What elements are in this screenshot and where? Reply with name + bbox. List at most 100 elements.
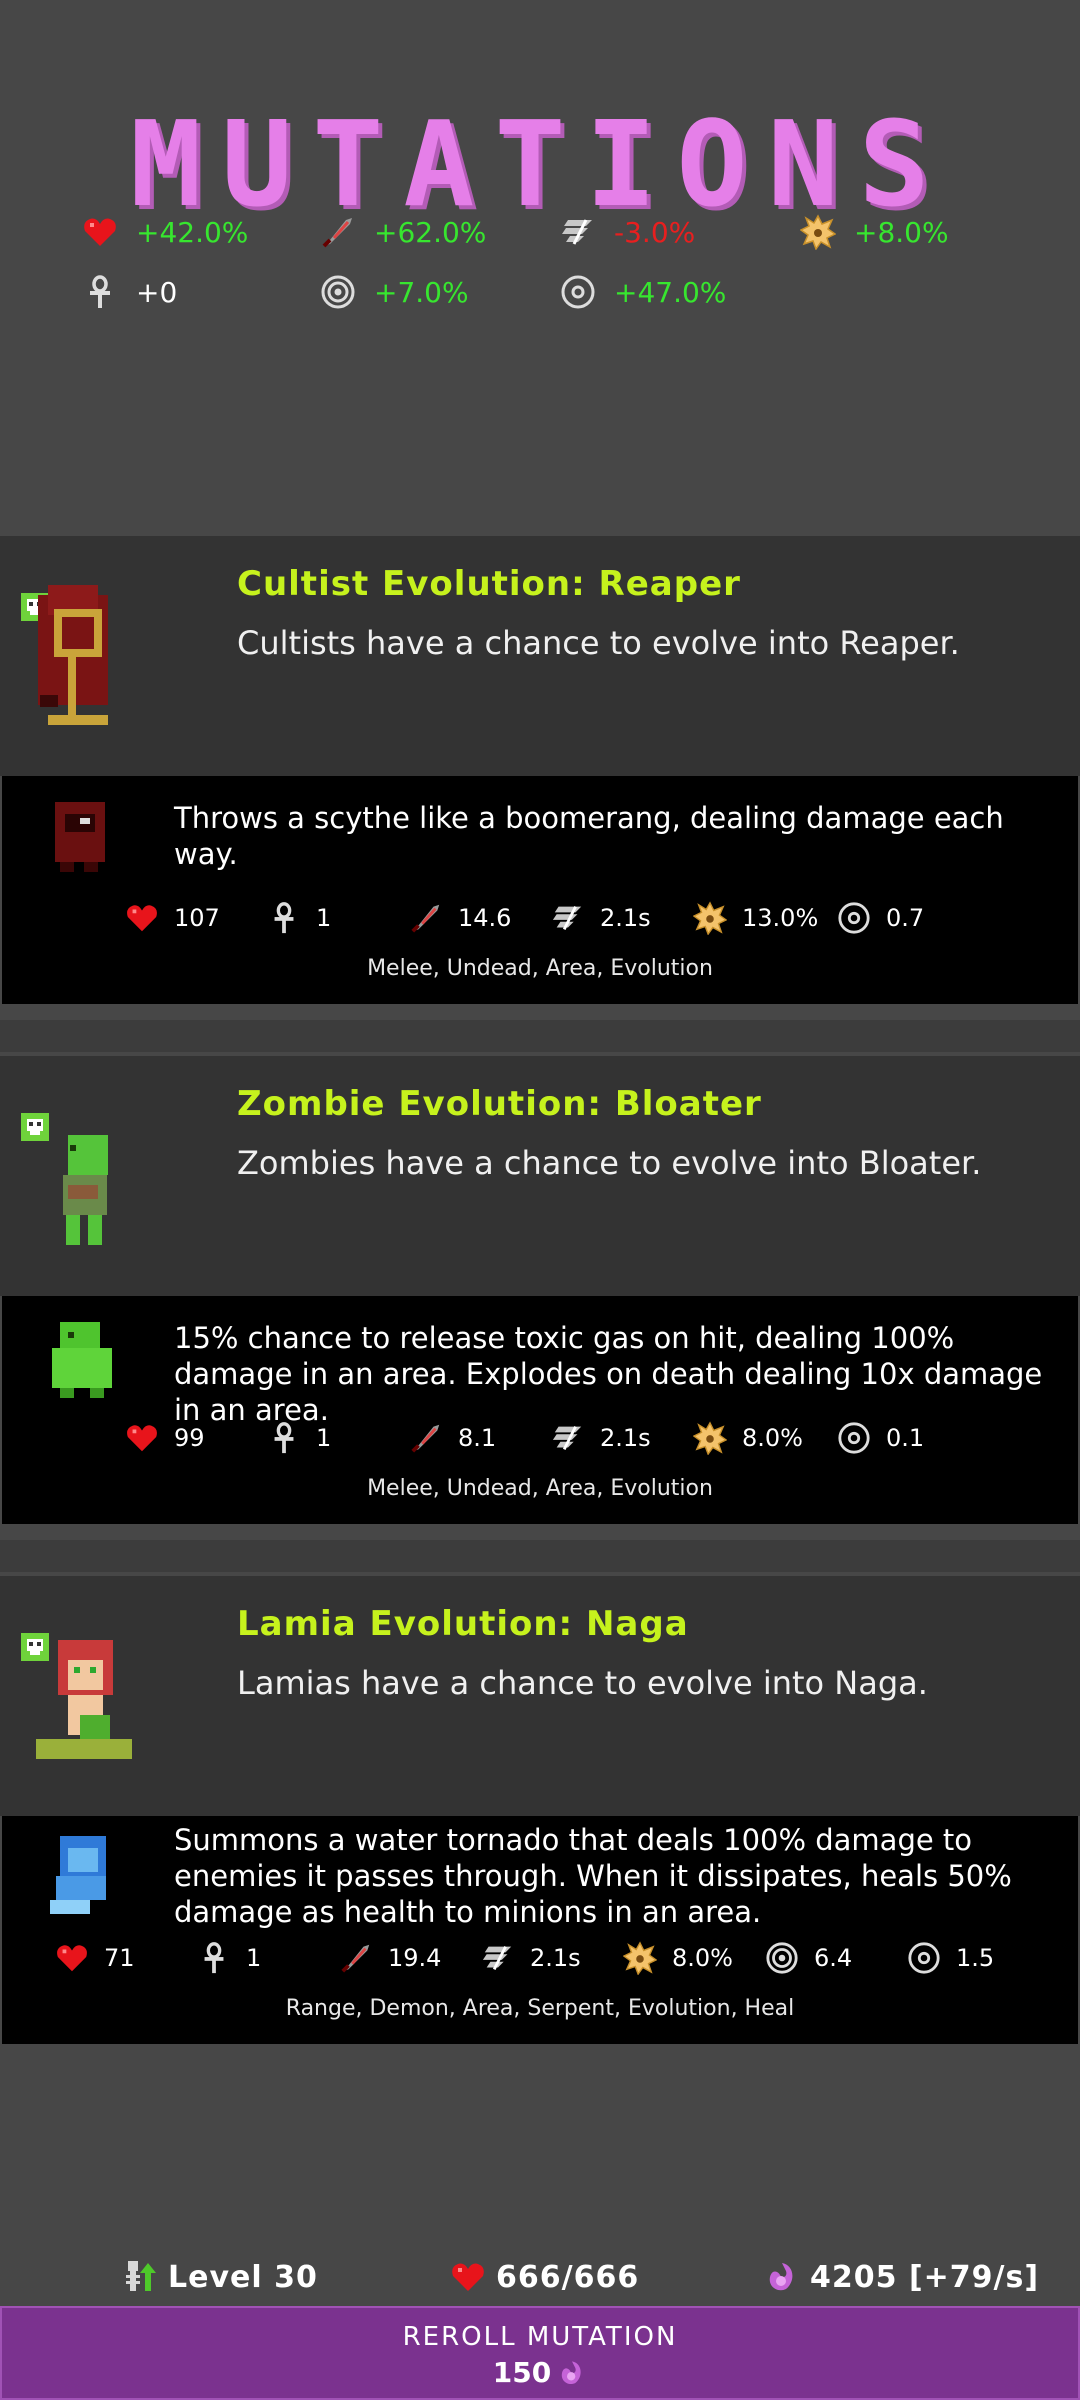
range-icon: [558, 272, 598, 312]
global-stat-value: +0: [136, 275, 178, 309]
range-icon: [836, 1420, 872, 1456]
minion-stat-health: 99: [124, 1420, 205, 1456]
crit-burst-icon: [692, 1420, 728, 1456]
mutation-title: Lamia Evolution: Naga: [237, 1604, 689, 1644]
global-stat-crit: +8.0%: [798, 212, 949, 252]
range-icon: [906, 1940, 942, 1976]
global-stat-value: +8.0%: [854, 215, 949, 249]
reroll-mutation-button[interactable]: REROLL MUTATION 150: [0, 2306, 1080, 2400]
sword-icon: [408, 1420, 444, 1456]
minion-stat-damage: 8.1: [408, 1420, 496, 1456]
minion-tags: Range, Demon, Area, Serpent, Evolution, …: [285, 1996, 795, 2021]
minion-stat-speed: 2.1s: [550, 1420, 651, 1456]
minion-stat-value: 8.0%: [742, 1424, 803, 1452]
minion-stat-revives: 1: [266, 1420, 331, 1456]
reroll-label: REROLL MUTATION: [402, 2322, 678, 2352]
crit-burst-icon: [692, 900, 728, 936]
mutation-description: Lamias have a chance to evolve into Naga…: [237, 1664, 928, 1702]
minion-stat-value: 13.0%: [742, 904, 819, 932]
ankh-icon: [80, 272, 120, 312]
naga-minion-icon: [50, 1836, 106, 1914]
minion-stat-crit: 13.0%: [692, 900, 818, 936]
ankh-icon: [266, 900, 302, 936]
heart-icon: [450, 2259, 486, 2295]
global-stat-damage: +62.0%: [318, 212, 486, 252]
minion-stat-value: 99: [174, 1424, 205, 1452]
mutation-description: Cultists have a chance to evolve into Re…: [237, 624, 960, 662]
player-level-value: Level 30: [168, 2259, 318, 2295]
minion-stat-crit: 8.0%: [692, 1420, 803, 1456]
mutation-title: Zombie Evolution: Bloater: [237, 1084, 762, 1124]
range-icon: [836, 900, 872, 936]
global-stat-armor: +7.0%: [318, 272, 469, 312]
sword-icon: [318, 212, 358, 252]
minion-stat-revives: 1: [196, 1940, 261, 1976]
minion-stat-value: 1.5: [956, 1944, 995, 1972]
heart-icon: [54, 1940, 90, 1976]
minion-stat-value: 0.1: [886, 1424, 925, 1452]
minion-stat-speed: 2.1s: [550, 900, 651, 936]
minion-stat-health: 107: [124, 900, 220, 936]
bloater-sprite-icon: [63, 1135, 108, 1245]
divider: [0, 1540, 1080, 1572]
naga-sprite-icon: [36, 1640, 132, 1759]
heart-icon: [124, 1420, 160, 1456]
minion-description: Throws a scythe like a boomerang, dealin…: [174, 801, 1004, 871]
heart-icon: [80, 212, 120, 252]
minion-stat-value: 14.6: [458, 904, 512, 932]
minion-stat-speed: 2.1s: [480, 1940, 581, 1976]
reroll-cost-value: 150: [492, 2356, 552, 2389]
soul-icon: [764, 2259, 800, 2295]
mutation-title: Cultist Evolution: Reaper: [237, 564, 741, 604]
global-stat-health: +42.0%: [80, 212, 248, 252]
minion-description: 15% chance to release toxic gas on hit, …: [174, 1321, 1043, 1427]
global-stat-value: +62.0%: [374, 215, 487, 249]
soul-currency: 4205 [+79/s]: [764, 2259, 1039, 2295]
speed-icon: [480, 1940, 516, 1976]
speed-icon: [550, 900, 586, 936]
minion-stat-value: 6.4: [814, 1944, 853, 1972]
reaper-minion-icon: [55, 802, 105, 872]
minion-stat-value: 107: [174, 904, 220, 932]
reaper-sprite-icon: [38, 585, 108, 725]
minion-stat-revives: 1: [266, 900, 331, 936]
bloater-minion-icon: [52, 1322, 112, 1398]
minion-stat-value: 1: [316, 1424, 332, 1452]
minion-stat-range: 1.5: [906, 1940, 994, 1976]
minion-stat-range: 0.1: [836, 1420, 924, 1456]
minion-stat-crit: 8.0%: [622, 1940, 733, 1976]
global-stat-speed: -3.0%: [558, 212, 695, 252]
reroll-cost: 150: [2, 2356, 1078, 2389]
global-stat-revives: +0: [80, 272, 177, 312]
minion-stat-value: 2.1s: [600, 904, 651, 932]
skeleton-level-up-icon: [122, 2259, 158, 2295]
minion-stat-damage: 14.6: [408, 900, 511, 936]
minion-stat-value: 1: [316, 904, 332, 932]
soul-currency-value: 4205 [+79/s]: [810, 2259, 1040, 2295]
minion-stat-range: 0.7: [836, 900, 924, 936]
minion-stat-value: 8.1: [458, 1424, 497, 1452]
player-health-value: 666/666: [496, 2259, 640, 2295]
sword-icon: [338, 1940, 374, 1976]
target-icon: [764, 1940, 800, 1976]
heart-icon: [124, 900, 160, 936]
minion-stat-value: 8.0%: [672, 1944, 733, 1972]
minion-stat-value: 71: [104, 1944, 135, 1972]
minion-stat-armor: 6.4: [764, 1940, 852, 1976]
player-health: 666/666: [450, 2259, 639, 2295]
player-level: Level 30: [122, 2259, 318, 2295]
ankh-icon: [266, 1420, 302, 1456]
minion-stat-health: 71: [54, 1940, 135, 1976]
crit-burst-icon: [798, 212, 838, 252]
global-stat-value: +7.0%: [374, 275, 469, 309]
global-stat-value: -3.0%: [614, 215, 696, 249]
speed-icon: [558, 212, 598, 252]
minion-description: Summons a water tornado that deals 100% …: [174, 1823, 1012, 1929]
minion-stat-value: 19.4: [388, 1944, 442, 1972]
ankh-icon: [196, 1940, 232, 1976]
minion-stat-value: 2.1s: [530, 1944, 581, 1972]
global-stat-range: +47.0%: [558, 272, 726, 312]
crit-burst-icon: [622, 1940, 658, 1976]
sword-icon: [408, 900, 444, 936]
soul-icon: [557, 2358, 587, 2388]
